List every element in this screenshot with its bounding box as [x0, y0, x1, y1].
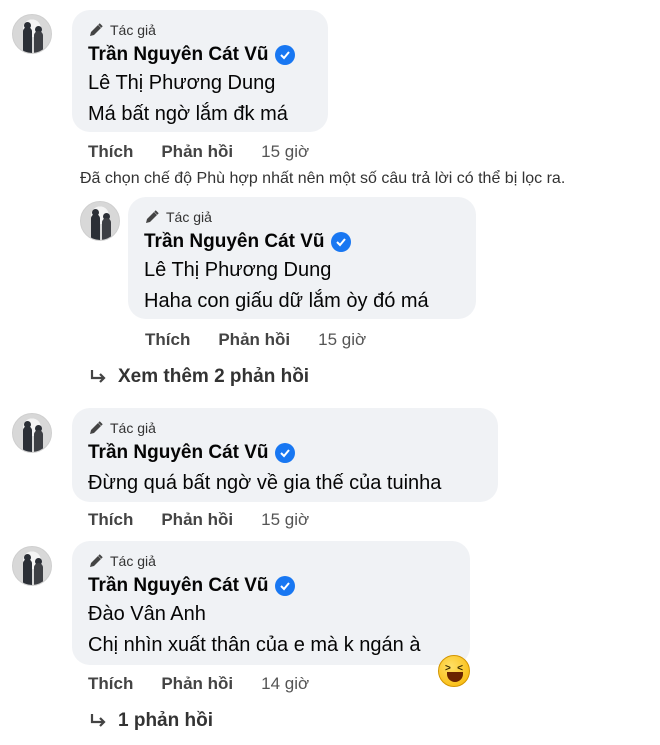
avatar[interactable]	[80, 201, 120, 241]
timestamp[interactable]: 14 giờ	[261, 674, 309, 694]
view-more-replies[interactable]: Xem thêm 2 phản hồi	[88, 366, 309, 388]
comment-text: Haha con giấu dữ lắm òy đó má	[144, 290, 429, 312]
reply-arrow-icon	[90, 714, 106, 727]
comment-bubble: Tác giả Trần Nguyên Cát Vũ Lê Thị Phương…	[128, 197, 476, 319]
mention[interactable]: Đào Vân Anh	[88, 603, 454, 626]
reply-button[interactable]: Phản hồi	[161, 510, 233, 530]
reply-button[interactable]: Phản hồi	[161, 674, 233, 694]
author-tag-label: Tác giả	[110, 420, 156, 436]
pen-icon	[146, 210, 159, 223]
author-tag: Tác giả	[88, 418, 482, 438]
author-name[interactable]: Trần Nguyên Cát Vũ	[88, 442, 269, 464]
filter-note: Đã chọn chế độ Phù hợp nhất nên một số c…	[80, 170, 566, 187]
comment-text: Má bất ngờ lắm đk má	[88, 103, 288, 125]
pen-icon	[90, 554, 103, 567]
author-name[interactable]: Trần Nguyên Cát Vũ	[88, 575, 269, 597]
mention[interactable]: Lê Thị Phương Dung	[144, 259, 460, 282]
avatar[interactable]	[12, 546, 52, 586]
pen-icon	[90, 421, 103, 434]
author-tag-label: Tác giả	[166, 209, 212, 225]
reply-button[interactable]: Phản hồi	[218, 330, 290, 350]
replies-count-link[interactable]: 1 phản hồi	[88, 710, 213, 732]
comment-bubble: Tác giả Trần Nguyên Cát Vũ Lê Thị Phương…	[72, 10, 328, 132]
verified-badge-icon	[330, 232, 351, 252]
laughing-emoji-icon[interactable]: > <	[438, 655, 470, 687]
verified-badge-icon	[274, 45, 295, 65]
author-name[interactable]: Trần Nguyên Cát Vũ	[88, 44, 269, 66]
comment-text: Chị nhìn xuất thân của e mà k ngán à	[88, 634, 421, 656]
author-tag: Tác giả	[88, 551, 454, 571]
replies-count-label[interactable]: 1 phản hồi	[118, 710, 213, 732]
author-tag: Tác giả	[144, 207, 460, 227]
mention[interactable]: Lê Thị Phương Dung	[88, 72, 312, 95]
timestamp[interactable]: 15 giờ	[261, 142, 309, 162]
verified-badge-icon	[274, 576, 295, 596]
reply-button[interactable]: Phản hồi	[161, 142, 233, 162]
comment-text: Đừng quá bất ngờ về gia thế của tuinha	[88, 472, 442, 494]
like-button[interactable]: Thích	[88, 674, 133, 694]
verified-badge-icon	[274, 443, 295, 463]
like-button[interactable]: Thích	[88, 510, 133, 530]
avatar[interactable]	[12, 413, 52, 453]
author-tag-label: Tác giả	[110, 553, 156, 569]
author-tag-label: Tác giả	[110, 22, 156, 38]
pen-icon	[90, 23, 103, 36]
view-more-replies-label[interactable]: Xem thêm 2 phản hồi	[118, 366, 309, 388]
like-button[interactable]: Thích	[145, 330, 190, 350]
comment-bubble: Tác giả Trần Nguyên Cát Vũ Đào Vân Anh C…	[72, 541, 470, 665]
comment-bubble: Tác giả Trần Nguyên Cát Vũ Đừng quá bất …	[72, 408, 498, 502]
like-button[interactable]: Thích	[88, 142, 133, 162]
avatar[interactable]	[12, 14, 52, 54]
timestamp[interactable]: 15 giờ	[318, 330, 366, 350]
author-name[interactable]: Trần Nguyên Cát Vũ	[144, 231, 325, 253]
author-tag: Tác giả	[88, 20, 312, 40]
reply-arrow-icon	[90, 370, 106, 383]
timestamp[interactable]: 15 giờ	[261, 510, 309, 530]
